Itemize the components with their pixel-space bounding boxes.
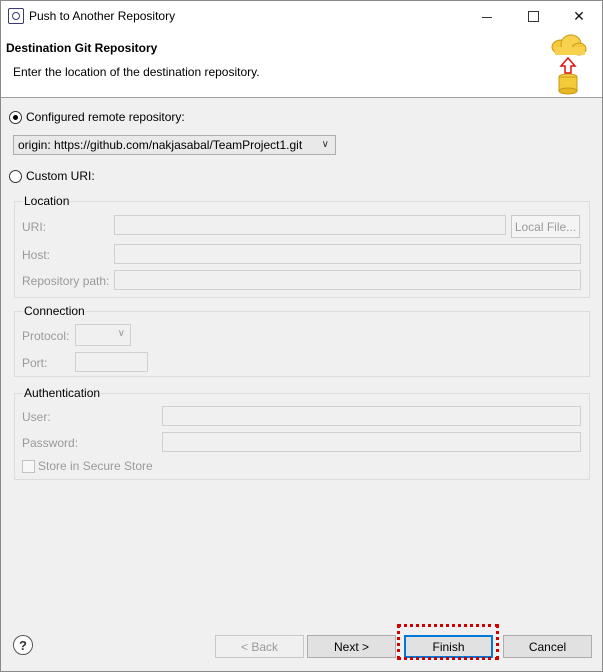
- next-button[interactable]: Next >: [307, 635, 396, 658]
- store-secure-checkbox[interactable]: [22, 460, 35, 473]
- wizard-header: Destination Git Repository Enter the loc…: [1, 31, 602, 98]
- configured-remote-select[interactable]: origin: https://github.com/nakjasabal/Te…: [13, 135, 336, 155]
- window-title: Push to Another Repository: [29, 9, 176, 23]
- close-icon: ✕: [573, 7, 585, 24]
- password-field[interactable]: [162, 432, 581, 452]
- authentication-group-label: Authentication: [23, 386, 102, 400]
- finish-button[interactable]: Finish: [404, 635, 493, 658]
- minimize-button[interactable]: [464, 1, 510, 31]
- configured-remote-radio[interactable]: [9, 110, 22, 124]
- repository-path-field[interactable]: [114, 270, 581, 290]
- maximize-icon: [527, 10, 539, 22]
- store-secure-label: Store in Secure Store: [38, 459, 153, 473]
- custom-uri-label: Custom URI:: [26, 169, 95, 183]
- custom-uri-radio[interactable]: [9, 169, 22, 183]
- location-group-label: Location: [23, 194, 71, 208]
- host-label: Host:: [22, 248, 51, 262]
- minimize-icon: [482, 16, 492, 18]
- cancel-button[interactable]: Cancel: [503, 635, 592, 658]
- repository-path-label: Repository path:: [22, 274, 110, 288]
- port-field[interactable]: [75, 352, 148, 372]
- page-title: Destination Git Repository: [6, 41, 158, 55]
- connection-group-label: Connection: [23, 304, 86, 318]
- custom-uri-option[interactable]: Custom URI:: [9, 169, 95, 183]
- port-label: Port:: [22, 356, 48, 370]
- page-description: Enter the location of the destination re…: [13, 65, 260, 79]
- title-bar: Push to Another Repository ✕: [1, 1, 602, 31]
- help-icon[interactable]: ?: [13, 635, 33, 655]
- protocol-select[interactable]: ∨: [75, 324, 131, 346]
- close-button[interactable]: ✕: [556, 1, 602, 31]
- configured-remote-option[interactable]: Configured remote repository:: [9, 110, 185, 124]
- uri-label: URI:: [22, 220, 46, 234]
- user-label: User:: [22, 410, 51, 424]
- host-field[interactable]: [114, 244, 581, 264]
- chevron-down-icon: ∨: [117, 328, 125, 339]
- local-file-button[interactable]: Local File...: [511, 215, 580, 238]
- push-cloud-icon: [551, 34, 587, 95]
- user-field[interactable]: [162, 406, 581, 426]
- dialog-window: Push to Another Repository ✕ Destination…: [0, 0, 603, 672]
- configured-remote-value: origin: https://github.com/nakjasabal/Te…: [18, 138, 303, 152]
- back-button[interactable]: < Back: [215, 635, 304, 658]
- uri-field[interactable]: [114, 215, 506, 235]
- password-label: Password:: [22, 436, 79, 450]
- protocol-label: Protocol:: [22, 329, 70, 343]
- configured-remote-label: Configured remote repository:: [26, 110, 185, 124]
- chevron-down-icon: ∨: [321, 139, 329, 150]
- maximize-button[interactable]: [510, 1, 556, 31]
- eclipse-app-icon: [8, 8, 24, 24]
